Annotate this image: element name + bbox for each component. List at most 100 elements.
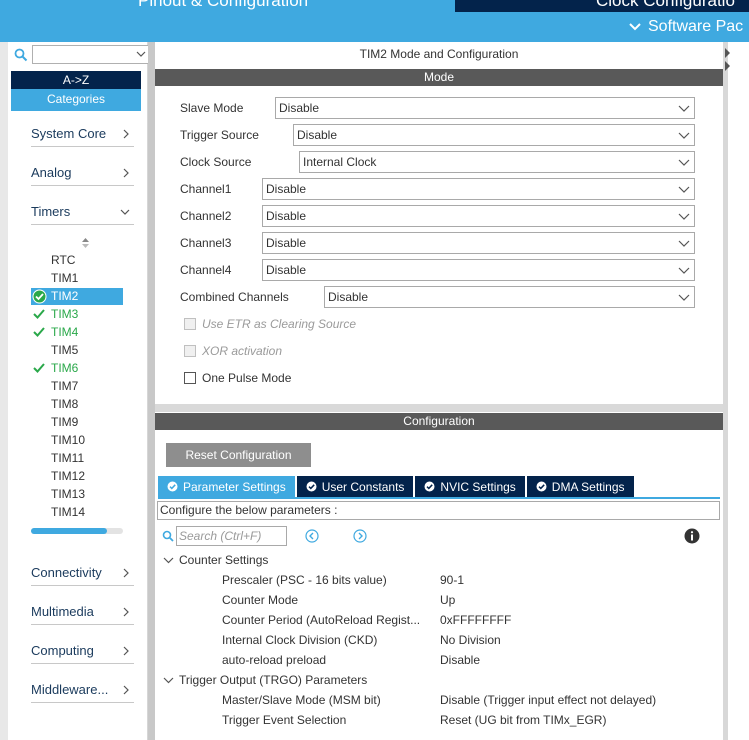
- reset-configuration-button[interactable]: Reset Configuration: [166, 443, 311, 467]
- mode-field-select[interactable]: Disable: [262, 232, 695, 254]
- parameter-group-label: Counter Settings: [179, 553, 269, 567]
- sort-icon[interactable]: [81, 237, 90, 249]
- software-packs-label: Software Pac: [648, 18, 744, 35]
- parameter-value[interactable]: Disable (Trigger input effect not delaye…: [440, 690, 656, 710]
- checkbox[interactable]: [184, 372, 196, 384]
- collapse-panel-icon[interactable]: [724, 46, 732, 74]
- parameter-value[interactable]: Up: [440, 590, 455, 610]
- peripheral-tim3[interactable]: TIM3: [31, 306, 123, 323]
- peripheral-tim12[interactable]: TIM12: [31, 468, 123, 485]
- category-connectivity[interactable]: Connectivity: [31, 560, 134, 586]
- chevron-right-icon: [123, 685, 129, 694]
- mode-field-row: Slave Mode Disable: [180, 97, 695, 119]
- parameter-search-input[interactable]: Search (Ctrl+F): [176, 526, 287, 546]
- peripheral-label: TIM5: [51, 343, 79, 357]
- mode-field-label: Combined Channels: [180, 290, 289, 304]
- peripheral-label: TIM2: [51, 289, 79, 303]
- mode-field-select[interactable]: Disable: [262, 178, 695, 200]
- mode-field-select[interactable]: Disable: [324, 286, 695, 308]
- horizontal-scrollbar[interactable]: [31, 528, 123, 534]
- scrollbar-thumb[interactable]: [31, 528, 108, 534]
- category-middleware[interactable]: Middleware...: [31, 677, 134, 703]
- checkbox-row[interactable]: One Pulse Mode: [184, 370, 291, 386]
- sort-az-button[interactable]: A->Z: [11, 71, 141, 89]
- parameter-name[interactable]: Internal Clock Division (CKD): [222, 630, 377, 650]
- tab-user-constants[interactable]: User Constants: [296, 476, 414, 497]
- peripheral-tim13[interactable]: TIM13: [31, 486, 123, 503]
- category-system-core[interactable]: System Core: [31, 121, 134, 147]
- tab-pinout-configuration[interactable]: Pinout & Configuration: [138, 0, 308, 11]
- peripheral-tim14[interactable]: TIM14: [31, 504, 123, 521]
- mode-field-select[interactable]: Internal Clock: [299, 151, 695, 173]
- category-multimedia[interactable]: Multimedia: [31, 599, 134, 625]
- peripheral-tim1[interactable]: TIM1: [31, 270, 123, 287]
- tab-parameter-settings[interactable]: Parameter Settings: [158, 476, 295, 497]
- check-circle-icon: [536, 481, 547, 492]
- parameter-name[interactable]: auto-reload preload: [222, 650, 326, 670]
- mode-field-value: Disable: [266, 209, 307, 223]
- peripheral-tim11[interactable]: TIM11: [31, 450, 123, 467]
- parameter-name[interactable]: Counter Mode: [222, 590, 298, 610]
- info-icon[interactable]: [684, 528, 700, 544]
- category-label: Connectivity: [31, 565, 102, 580]
- peripheral-label: TIM7: [51, 379, 79, 393]
- peripheral-tim7[interactable]: TIM7: [31, 378, 123, 395]
- chevron-down-icon: [136, 51, 146, 57]
- parameter-name[interactable]: Prescaler (PSC - 16 bits value): [222, 570, 387, 590]
- categories-button[interactable]: Categories: [11, 89, 141, 109]
- peripheral-tim9[interactable]: TIM9: [31, 414, 123, 431]
- mode-field-select[interactable]: Disable: [262, 259, 695, 281]
- tab-dma-settings[interactable]: DMA Settings: [526, 476, 634, 497]
- category-label: Middleware...: [31, 682, 109, 697]
- peripheral-tim5[interactable]: TIM5: [31, 342, 123, 359]
- chevron-down-icon: [678, 267, 690, 274]
- mode-field-row: Channel4 Disable: [180, 259, 695, 281]
- chevron-right-icon: [123, 129, 129, 138]
- parameter-value[interactable]: 90-1: [440, 570, 464, 590]
- chevron-down-icon: [678, 159, 690, 166]
- parameter-value[interactable]: No Division: [440, 630, 501, 650]
- parameter-group[interactable]: Trigger Output (TRGO) Parameters: [163, 670, 367, 690]
- tab-clock-configuration[interactable]: Clock Configuratio: [455, 0, 749, 12]
- chevron-down-icon: [678, 240, 690, 247]
- parameter-group[interactable]: Counter Settings: [163, 550, 268, 570]
- peripheral-tim4[interactable]: TIM4: [31, 324, 123, 341]
- peripheral-tim8[interactable]: TIM8: [31, 396, 123, 413]
- mode-field-label: Clock Source: [180, 155, 252, 169]
- chevron-down-icon: [629, 23, 641, 31]
- parameter-search: Search (Ctrl+F): [162, 526, 287, 546]
- mode-field-value: Disable: [266, 236, 307, 250]
- mode-field-select[interactable]: Disable: [262, 205, 695, 227]
- left-gutter: [0, 42, 8, 740]
- category-analog[interactable]: Analog: [31, 160, 134, 186]
- search-icon[interactable]: [14, 48, 28, 62]
- mode-field-select[interactable]: Disable: [275, 97, 695, 119]
- peripheral-rtc[interactable]: RTC: [31, 252, 123, 269]
- configuration-tabs: Parameter Settings User Constants NVIC Set…: [158, 476, 636, 497]
- configuration-header: Configuration: [155, 413, 723, 430]
- checkbox-label: Use ETR as Clearing Source: [202, 317, 357, 331]
- mode-field-value: Disable: [266, 263, 307, 277]
- parameter-name[interactable]: Master/Slave Mode (MSM bit): [222, 690, 381, 710]
- mode-field-select[interactable]: Disable: [293, 124, 695, 146]
- peripheral-tim6[interactable]: TIM6: [31, 360, 123, 377]
- next-match-icon[interactable]: [353, 529, 367, 543]
- parameter-value[interactable]: Disable: [440, 650, 480, 670]
- parameter-name[interactable]: Counter Period (AutoReload Regist...: [222, 610, 420, 630]
- peripheral-tim2[interactable]: TIM2: [31, 288, 123, 305]
- parameter-value[interactable]: Reset (UG bit from TIMx_EGR): [440, 710, 606, 730]
- checkbox-label: XOR activation: [202, 344, 283, 358]
- parameter-value[interactable]: 0xFFFFFFFF: [440, 610, 511, 630]
- software-packs-menu[interactable]: Software Pac: [628, 18, 743, 36]
- tab-nvic-settings[interactable]: NVIC Settings: [415, 476, 525, 497]
- category-timers[interactable]: Timers: [31, 199, 134, 225]
- category-search-combo[interactable]: [32, 45, 150, 64]
- parameter-name[interactable]: Trigger Event Selection: [222, 710, 346, 730]
- chevron-right-icon: [123, 568, 129, 577]
- check-icon: [33, 327, 45, 337]
- panel-splitter[interactable]: [148, 42, 155, 740]
- peripheral-label: TIM4: [51, 325, 79, 339]
- category-computing[interactable]: Computing: [31, 638, 134, 664]
- peripheral-tim10[interactable]: TIM10: [31, 432, 123, 449]
- previous-match-icon[interactable]: [305, 529, 319, 543]
